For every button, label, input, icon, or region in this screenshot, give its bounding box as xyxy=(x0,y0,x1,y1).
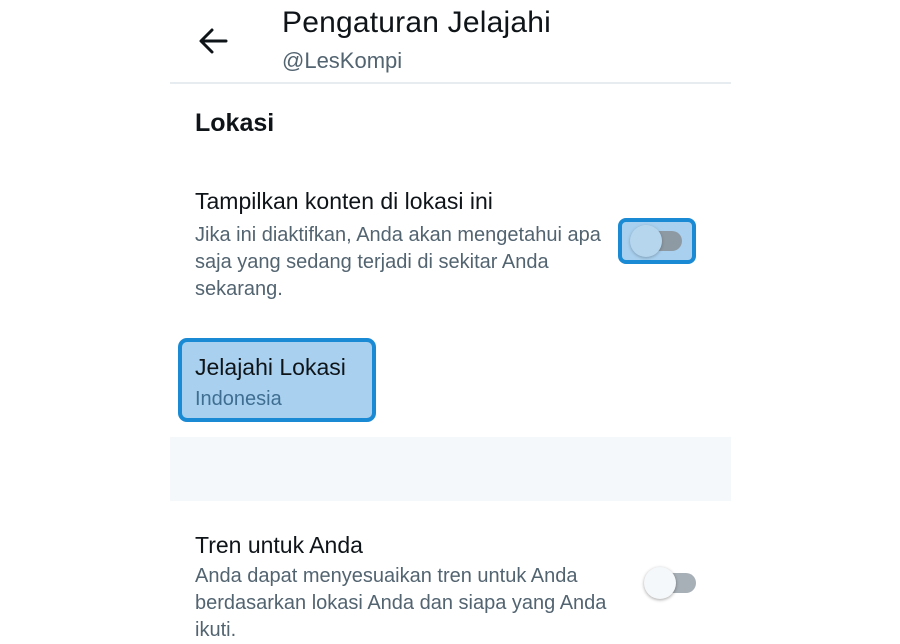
location-section-title: Lokasi xyxy=(195,109,275,137)
trends-for-you-description: Anda dapat menyesuaikan tren untuk Anda … xyxy=(195,565,607,641)
section-divider xyxy=(170,437,731,501)
show-local-content-title: Tampilkan konten di lokasi ini xyxy=(195,188,493,214)
trends-for-you-title: Tren untuk Anda xyxy=(195,532,363,558)
arrow-left-icon xyxy=(199,28,228,54)
toggle-track xyxy=(644,567,696,599)
trends-for-you-toggle[interactable] xyxy=(632,560,710,606)
explore-location-title: Jelajahi Lokasi xyxy=(195,354,346,380)
explore-settings-screen: Pengaturan Jelajahi @LesKompi Lokasi Tam… xyxy=(170,0,731,642)
explore-location-value: Indonesia xyxy=(195,388,282,410)
page-title: Pengaturan Jelajahi xyxy=(282,6,551,39)
toggle-thumb xyxy=(644,567,676,599)
explore-location-item[interactable]: Jelajahi Lokasi Indonesia xyxy=(178,338,376,422)
show-local-content-toggle[interactable] xyxy=(618,218,696,264)
header: Pengaturan Jelajahi @LesKompi xyxy=(170,0,731,84)
toggle-track xyxy=(630,225,682,257)
back-button[interactable] xyxy=(196,24,230,58)
account-handle: @LesKompi xyxy=(282,48,403,73)
toggle-thumb xyxy=(630,225,662,257)
show-local-content-description: Jika ini diaktifkan, Anda akan mengetahu… xyxy=(195,224,601,300)
